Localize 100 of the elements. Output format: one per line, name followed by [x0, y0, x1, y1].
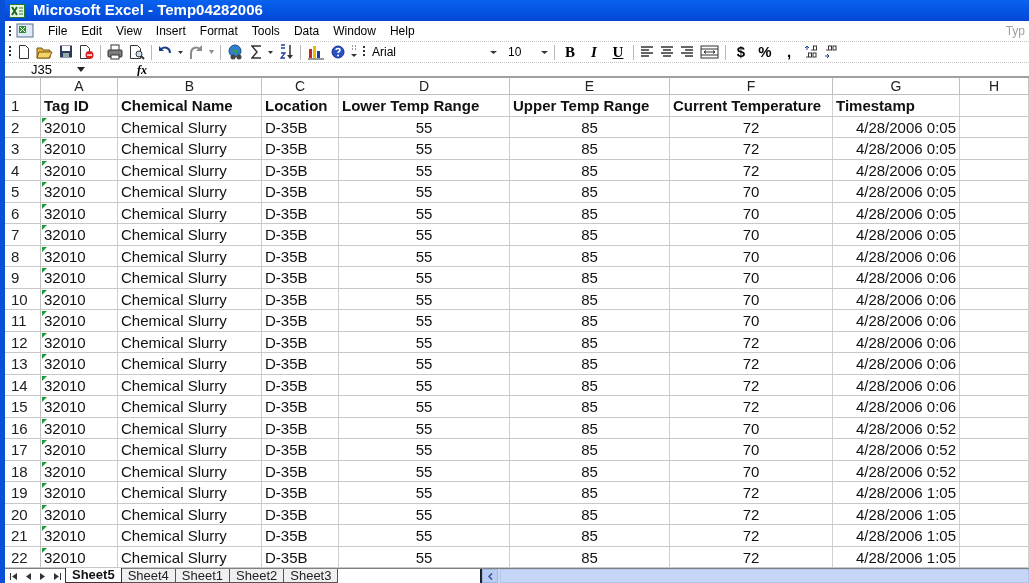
bar-chart-icon[interactable] [307, 44, 325, 60]
row-header[interactable]: 15 [5, 396, 41, 417]
sheet-tab[interactable]: Sheet2 [230, 569, 285, 583]
decrease-decimal-icon[interactable] [824, 44, 838, 60]
row-header[interactable]: 4 [5, 159, 41, 180]
row-header[interactable]: 12 [5, 331, 41, 352]
previous-sheet-icon[interactable] [26, 572, 31, 580]
underline-button[interactable]: U [609, 42, 627, 62]
menu-item[interactable]: Data [293, 22, 320, 40]
cell: 55 [339, 138, 510, 159]
cell: D-35B [262, 396, 339, 417]
error-indicator-icon [42, 526, 47, 531]
row-header[interactable]: 22 [5, 546, 41, 567]
row-header[interactable]: 7 [5, 224, 41, 245]
workbook-icon[interactable] [16, 23, 36, 39]
sum-icon[interactable] [251, 44, 262, 60]
column-header[interactable]: G [833, 78, 960, 94]
row-header[interactable]: 19 [5, 482, 41, 503]
cell: 32010 [41, 439, 118, 460]
cell: 32010 [41, 116, 118, 137]
menu-item[interactable]: Edit [81, 22, 103, 40]
sheet-tab[interactable]: Sheet1 [175, 569, 231, 583]
currency-button[interactable]: $ [732, 42, 750, 62]
scroll-left-button[interactable] [482, 569, 499, 583]
row-header[interactable]: 6 [5, 202, 41, 223]
row-header[interactable]: 11 [5, 310, 41, 331]
cell: Location [262, 95, 339, 116]
error-indicator-icon [42, 160, 47, 166]
comma-button[interactable]: , [780, 42, 798, 62]
sheet-tab[interactable]: Sheet5 [65, 568, 122, 583]
menu-item[interactable]: Window [333, 22, 376, 40]
sort-ascending-icon[interactable] [279, 44, 294, 60]
cell: 4/28/2006 0:06 [833, 331, 960, 352]
dropdown-icon[interactable] [77, 67, 85, 72]
align-right-icon[interactable] [680, 44, 694, 60]
column-header[interactable]: A [41, 78, 118, 94]
next-sheet-icon[interactable] [40, 572, 45, 580]
row-header[interactable]: 9 [5, 267, 41, 288]
increase-decimal-icon[interactable] [804, 44, 818, 60]
row-header[interactable]: 14 [5, 374, 41, 395]
row-header[interactable]: 1 [5, 95, 41, 116]
menu-item[interactable]: View [116, 22, 142, 40]
cell: 72 [670, 525, 833, 546]
row-header[interactable]: 2 [5, 116, 41, 137]
column-header[interactable]: B [118, 78, 262, 94]
row-header[interactable]: 20 [5, 503, 41, 524]
document-block-icon[interactable] [79, 44, 94, 60]
help-search-field[interactable]: Typ [995, 22, 1025, 40]
sheet-tab[interactable]: Sheet3 [284, 569, 339, 583]
menu-item[interactable]: Format [199, 22, 238, 40]
menu-item[interactable]: Help [389, 22, 415, 40]
scrollbar-thumb[interactable] [500, 569, 1029, 583]
cell: D-35B [262, 331, 339, 352]
cell: 55 [339, 482, 510, 503]
first-sheet-icon[interactable] [10, 572, 17, 580]
open-folder-icon[interactable] [36, 44, 53, 60]
cell: 85 [510, 245, 670, 266]
new-document-icon[interactable] [18, 44, 30, 60]
toolbar-options-icon[interactable] [351, 44, 357, 60]
bold-button[interactable]: B [561, 42, 579, 62]
row-header[interactable]: 18 [5, 460, 41, 481]
column-header[interactable]: F [670, 78, 833, 94]
cell: 72 [670, 546, 833, 567]
help-icon[interactable] [331, 44, 345, 60]
align-center-icon[interactable] [660, 44, 674, 60]
menu-item[interactable]: Tools [251, 22, 280, 40]
name-box[interactable]: J35 [5, 63, 77, 76]
globe-icon[interactable] [227, 44, 245, 60]
row-header[interactable]: 8 [5, 245, 41, 266]
print-icon[interactable] [107, 44, 123, 60]
row-header[interactable]: 17 [5, 439, 41, 460]
menu-item[interactable]: Insert [155, 22, 186, 40]
italic-button[interactable]: I [585, 42, 603, 62]
menu-item[interactable]: File [48, 22, 68, 40]
row-header[interactable]: 16 [5, 417, 41, 438]
column-header[interactable]: H [960, 78, 1029, 94]
row-header[interactable]: 5 [5, 181, 41, 202]
column-header[interactable]: C [262, 78, 339, 94]
row-header[interactable]: 10 [5, 288, 41, 309]
cell: 72 [670, 116, 833, 137]
cell: 85 [510, 460, 670, 481]
percent-button[interactable]: % [756, 42, 774, 62]
sheet-tab[interactable]: Sheet4 [121, 569, 176, 583]
font-name-field[interactable]: Arial [372, 43, 484, 61]
cell: 32010 [41, 482, 118, 503]
row-header[interactable]: 21 [5, 525, 41, 546]
merge-center-icon[interactable] [700, 44, 719, 60]
cell: 85 [510, 546, 670, 567]
cell: 55 [339, 331, 510, 352]
row-header[interactable]: 13 [5, 353, 41, 374]
cell: 85 [510, 503, 670, 524]
print-preview-icon[interactable] [129, 44, 145, 60]
save-icon[interactable] [59, 44, 73, 60]
cell: 4/28/2006 1:05 [833, 525, 960, 546]
column-header[interactable]: D [339, 78, 510, 94]
align-left-icon[interactable] [640, 44, 654, 60]
font-size-field[interactable]: 10 [508, 43, 535, 61]
last-sheet-icon[interactable] [54, 572, 61, 580]
row-header[interactable]: 3 [5, 138, 41, 159]
column-header[interactable]: E [510, 78, 670, 94]
